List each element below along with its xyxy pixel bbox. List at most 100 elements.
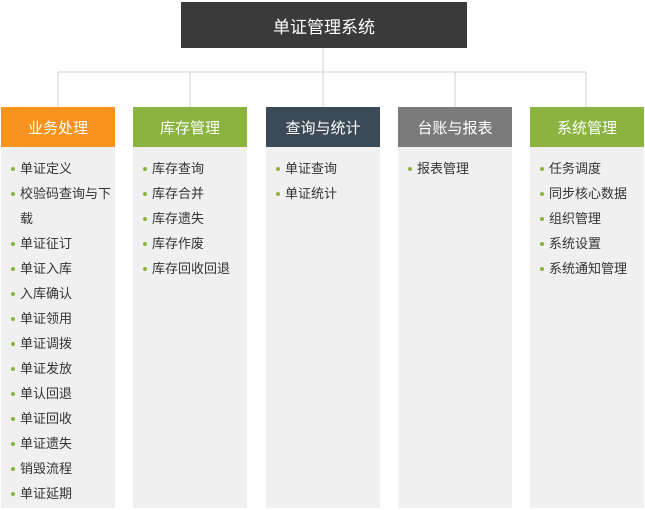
- root-title: 单证管理系统: [273, 17, 375, 38]
- list-item-label: 单证领用: [20, 312, 73, 327]
- list-item-label: 校验码查询与下载: [20, 187, 112, 227]
- column-header[interactable]: 库存管理: [133, 107, 247, 147]
- list-item[interactable]: 单证延期: [1, 482, 115, 507]
- bullet-icon: [276, 167, 280, 171]
- list-item-label: 库存查询: [152, 162, 205, 177]
- list-item-label: 单证延期: [20, 487, 73, 502]
- bullet-icon: [276, 192, 280, 196]
- bullet-icon: [143, 217, 147, 221]
- bullet-icon: [11, 192, 15, 196]
- list-item[interactable]: 组织管理: [530, 207, 644, 232]
- bullet-icon: [11, 467, 15, 471]
- list-item-label: 同步核心数据: [549, 187, 628, 202]
- item-list: 库存查询库存合并库存遗失库存作废库存回收回退: [133, 147, 247, 282]
- list-item[interactable]: 单证查询: [266, 157, 380, 182]
- list-item-label: 单证遗失: [20, 437, 73, 452]
- list-item-label: 单证入库: [20, 262, 73, 277]
- bullet-icon: [11, 367, 15, 371]
- list-item-label: 系统设置: [549, 237, 602, 252]
- list-item-label: 单证回收: [20, 412, 73, 427]
- column-header[interactable]: 台账与报表: [398, 107, 512, 147]
- bullet-icon: [11, 342, 15, 346]
- column-system: 系统管理 任务调度同步核心数据 组织管理系统设置系统通知管理: [530, 107, 644, 508]
- list-item[interactable]: 单证领用: [1, 307, 115, 332]
- list-item[interactable]: 系统设置: [530, 232, 644, 257]
- bullet-icon: [143, 192, 147, 196]
- list-item[interactable]: 同步核心数据: [530, 182, 644, 207]
- column-title: 查询与统计: [285, 118, 361, 137]
- bullet-icon: [11, 392, 15, 396]
- list-item-label: 库存合并: [152, 187, 205, 202]
- list-item[interactable]: 库存遗失: [133, 207, 247, 232]
- list-item-label: 单认回退: [20, 387, 73, 402]
- column-title: 库存管理: [159, 118, 220, 137]
- list-item[interactable]: 单认回退: [1, 382, 115, 407]
- list-item[interactable]: 单证统计: [266, 182, 380, 207]
- list-item[interactable]: 单证征订: [1, 232, 115, 257]
- column-query: 查询与统计 单证查询单证统计: [266, 107, 380, 508]
- bullet-icon: [11, 492, 15, 496]
- list-item-label: 入库确认: [20, 287, 73, 302]
- item-list: 单证查询 单证统计: [266, 147, 380, 207]
- bullet-icon: [408, 167, 412, 171]
- list-item-label: 单证征订: [20, 237, 73, 252]
- column-title: 台账与报表: [417, 118, 493, 137]
- item-list: 单证定义校验码查询与下载单证征订单证入库入库确认单证领用单证调拨单证发放单认回退…: [1, 147, 115, 507]
- root-node: 单证管理系统: [181, 2, 467, 48]
- list-item[interactable]: 单证回收: [1, 407, 115, 432]
- list-item[interactable]: 库存查询: [133, 157, 247, 182]
- list-item[interactable]: 校验码查询与下载: [1, 182, 115, 232]
- bullet-icon: [11, 292, 15, 296]
- column-inventory: 库存管理 库存查询库存合并库存遗失库存作废库存回收回退: [133, 107, 247, 508]
- bullet-icon: [11, 242, 15, 246]
- list-item-label: 报表管理: [417, 162, 470, 177]
- list-item-label: 任务调度: [549, 162, 602, 177]
- list-item[interactable]: 库存作废: [133, 232, 247, 257]
- bullet-icon: [11, 417, 15, 421]
- list-item[interactable]: 单证定义: [1, 157, 115, 182]
- list-item-label: 单证统计: [285, 187, 338, 202]
- column-header[interactable]: 系统管理: [530, 107, 644, 147]
- bullet-icon: [540, 192, 544, 196]
- list-item-label: 库存遗失: [152, 212, 205, 227]
- column-title: 业务处理: [27, 118, 88, 137]
- list-item[interactable]: 销毁流程: [1, 457, 115, 482]
- list-item[interactable]: 库存回收回退: [133, 257, 247, 282]
- list-item-label: 单证发放: [20, 362, 73, 377]
- bullet-icon: [11, 167, 15, 171]
- list-item-label: 单证查询: [285, 162, 338, 177]
- column-business: 业务处理 单证定义校验码查询与下载单证征订单证入库入库确认单证领用单证调拨单证发…: [1, 107, 115, 508]
- column-title: 系统管理: [556, 118, 617, 137]
- list-item[interactable]: 报表管理: [398, 157, 512, 182]
- bullet-icon: [11, 267, 15, 271]
- bullet-icon: [11, 317, 15, 321]
- bullet-icon: [143, 242, 147, 246]
- bullet-icon: [540, 242, 544, 246]
- list-item[interactable]: 入库确认: [1, 282, 115, 307]
- list-item-label: 组织管理: [549, 212, 602, 227]
- bullet-icon: [540, 167, 544, 171]
- column-header[interactable]: 查询与统计: [266, 107, 380, 147]
- list-item[interactable]: 系统通知管理: [530, 257, 644, 282]
- list-item-label: 系统通知管理: [549, 262, 628, 277]
- column-ledger: 台账与报表 报表管理: [398, 107, 512, 508]
- list-item-label: 单证定义: [20, 162, 73, 177]
- column-header[interactable]: 业务处理: [1, 107, 115, 147]
- list-item[interactable]: 任务调度: [530, 157, 644, 182]
- item-list: 任务调度同步核心数据 组织管理系统设置系统通知管理: [530, 147, 644, 282]
- bullet-icon: [540, 217, 544, 221]
- bullet-icon: [143, 167, 147, 171]
- bullet-icon: [540, 267, 544, 271]
- list-item[interactable]: 单证调拨: [1, 332, 115, 357]
- list-item-label: 单证调拨: [20, 337, 73, 352]
- bullet-icon: [11, 442, 15, 446]
- list-item[interactable]: 单证发放: [1, 357, 115, 382]
- list-item[interactable]: 单证遗失: [1, 432, 115, 457]
- list-item[interactable]: 单证入库: [1, 257, 115, 282]
- list-item-label: 库存回收回退: [152, 262, 231, 277]
- list-item-label: 销毁流程: [20, 462, 73, 477]
- list-item[interactable]: 库存合并: [133, 182, 247, 207]
- item-list: 报表管理: [398, 147, 512, 182]
- bullet-icon: [143, 267, 147, 271]
- list-item-label: 库存作废: [152, 237, 205, 252]
